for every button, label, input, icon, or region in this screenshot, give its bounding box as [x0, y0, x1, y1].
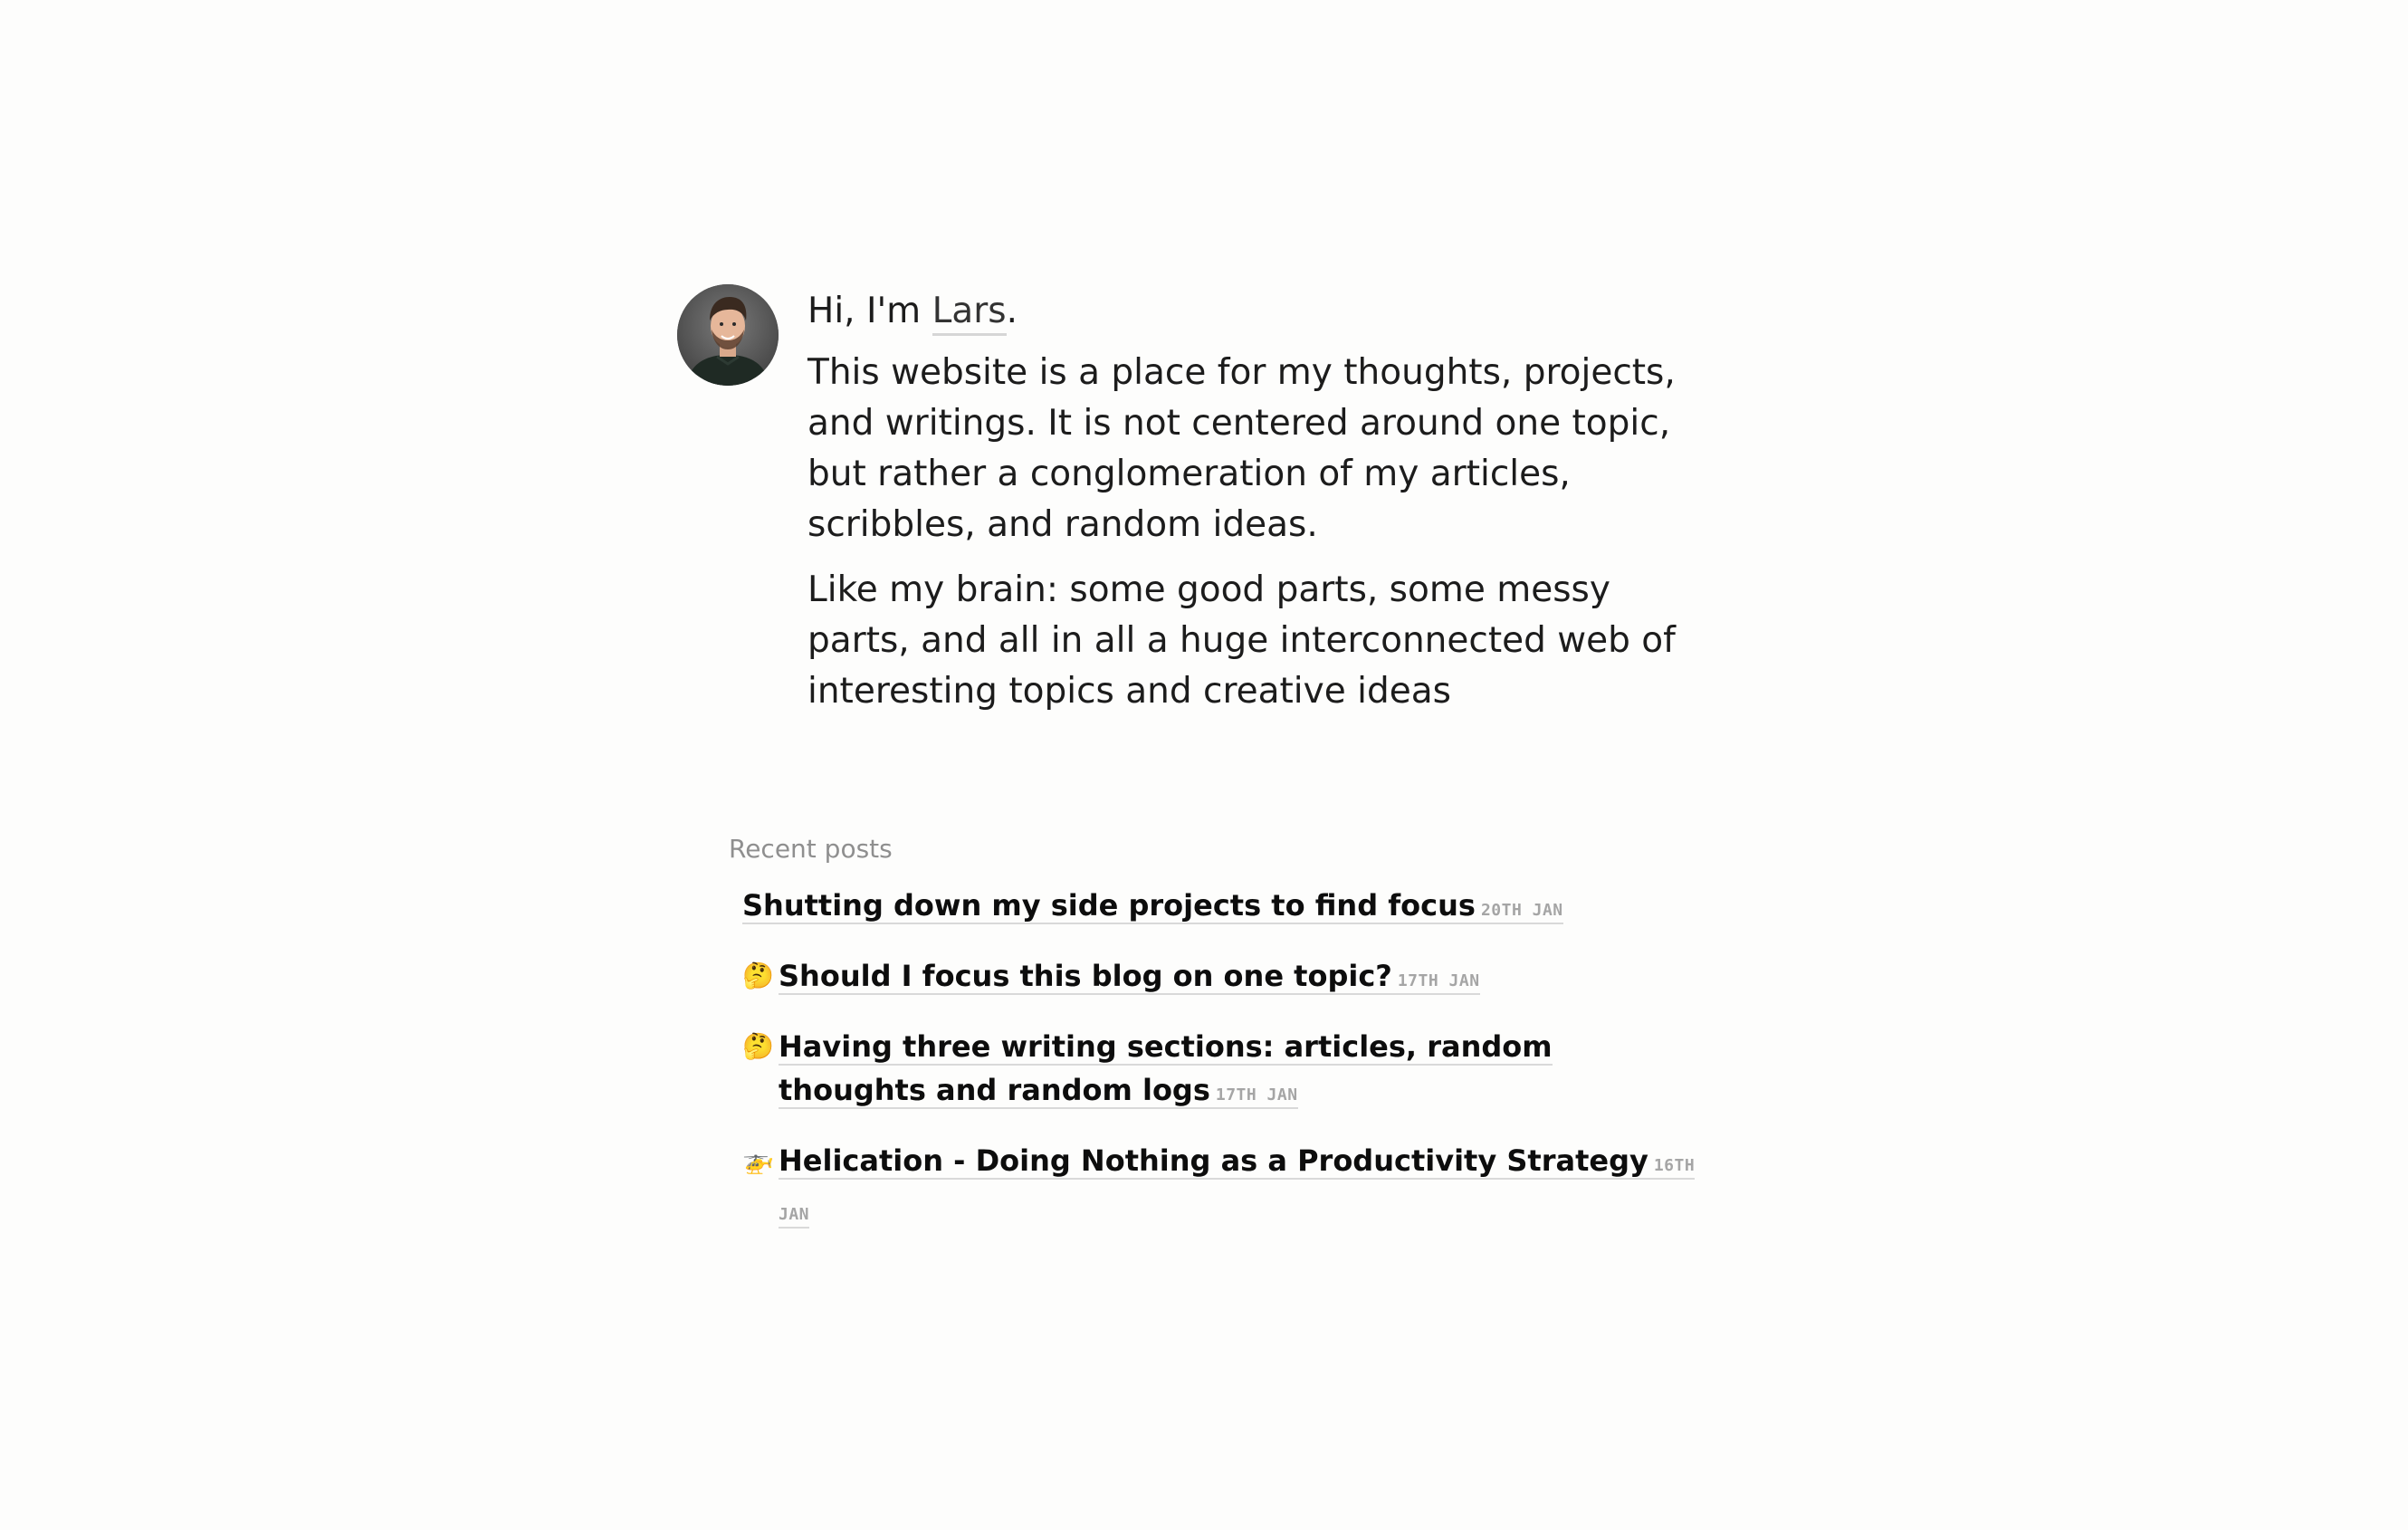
recent-posts-title: Recent posts: [729, 834, 893, 864]
post-date: 17TH JAN: [1397, 971, 1480, 990]
post-item: Shutting down my side projects to find f…: [742, 884, 1706, 932]
post-body: Helication - Doing Nothing as a Producti…: [779, 1139, 1706, 1237]
thinking-face-icon: 🤔: [742, 961, 774, 990]
post-link[interactable]: Helication - Doing Nothing as a Producti…: [779, 1143, 1696, 1229]
post-body: Should I focus this blog on one topic? 17…: [779, 954, 1706, 1003]
thinking-face-icon: 🤔: [742, 1031, 774, 1061]
post-body: Having three writing sections: articles,…: [779, 1025, 1706, 1117]
helicopter-icon: 🚁: [742, 1145, 774, 1175]
avatar-portrait: [677, 284, 779, 386]
intro-section: Hi, I'm Lars. This website is a place fo…: [677, 284, 1709, 732]
post-title: Shutting down my side projects to find f…: [742, 888, 1476, 923]
avatar: [677, 284, 779, 386]
post-date: 17TH JAN: [1215, 1085, 1298, 1104]
recent-posts-list: Shutting down my side projects to find f…: [729, 884, 1706, 1237]
post-title: Helication - Doing Nothing as a Producti…: [779, 1143, 1648, 1178]
post-link[interactable]: Should I focus this blog on one topic? 17…: [779, 959, 1480, 995]
intro-paragraph-2: Like my brain: some good parts, some mes…: [807, 569, 1676, 712]
post-item: 🤔 Having three writing sections: article…: [742, 1025, 1706, 1117]
post-body: Shutting down my side projects to find f…: [742, 884, 1706, 932]
name-link[interactable]: Lars: [932, 291, 1007, 336]
post-item: 🚁 Helication - Doing Nothing as a Produc…: [742, 1139, 1706, 1237]
intro-text: Hi, I'm Lars. This website is a place fo…: [807, 284, 1709, 732]
greeting: Hi, I'm Lars.: [807, 286, 1709, 337]
post-link[interactable]: Shutting down my side projects to find f…: [742, 888, 1563, 924]
page: Hi, I'm Lars. This website is a place fo…: [0, 0, 2408, 1530]
post-date: 20TH JAN: [1480, 901, 1563, 920]
post-title: Should I focus this blog on one topic?: [779, 959, 1392, 993]
post-title: Having three writing sections: articles,…: [779, 1029, 1553, 1107]
greeting-prefix: Hi, I'm: [807, 291, 932, 331]
post-item: 🤔 Should I focus this blog on one topic?…: [742, 954, 1706, 1003]
post-link[interactable]: Having three writing sections: articles,…: [779, 1029, 1553, 1109]
intro-paragraph-1: This website is a place for my thoughts,…: [807, 352, 1676, 545]
greeting-suffix: .: [1006, 291, 1018, 331]
recent-posts-section: Recent posts Shutting down my side proje…: [729, 831, 1706, 1258]
